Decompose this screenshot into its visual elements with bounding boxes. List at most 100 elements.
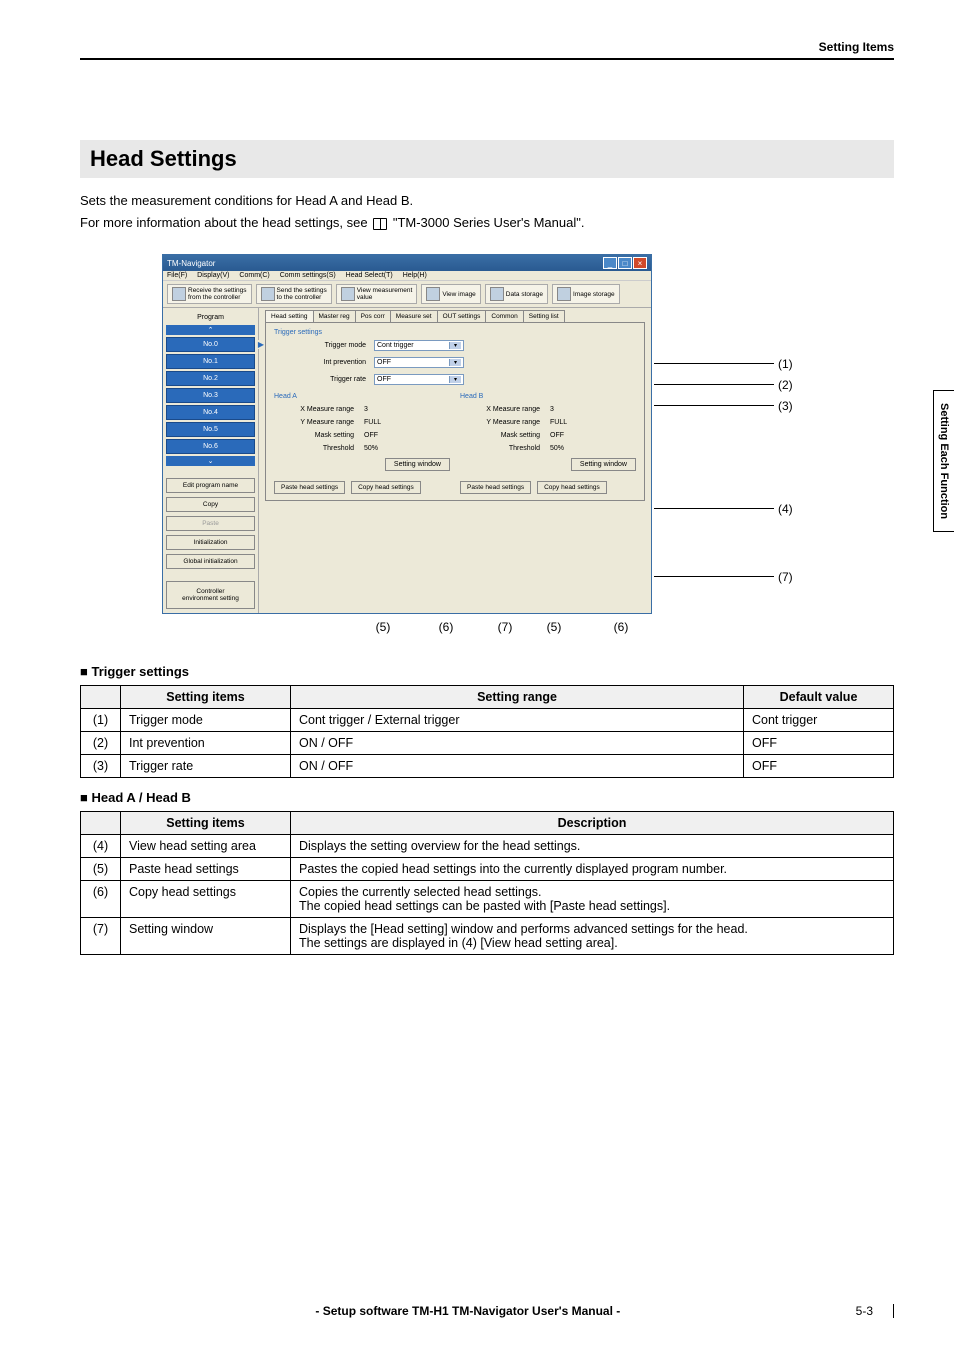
receive-icon bbox=[172, 287, 186, 301]
copy-program-button[interactable]: Copy bbox=[166, 497, 255, 512]
program-item-3[interactable]: No.3 bbox=[166, 388, 255, 403]
send-icon bbox=[261, 287, 275, 301]
footer-tick bbox=[893, 1304, 894, 1318]
head-b-copy-button[interactable]: Copy head settings bbox=[537, 481, 607, 494]
chevron-down-icon: ▾ bbox=[449, 376, 461, 383]
head-a-paste-button[interactable]: Paste head settings bbox=[274, 481, 345, 494]
row-item: Trigger rate bbox=[121, 755, 291, 778]
row-default: OFF bbox=[744, 732, 894, 755]
ha-thresh-value: 50% bbox=[364, 445, 414, 452]
image-storage-button[interactable]: Image storage bbox=[552, 284, 620, 304]
trigger-col-range: Setting range bbox=[291, 686, 744, 709]
row-default: Cont trigger bbox=[744, 709, 894, 732]
initialization-button[interactable]: Initialization bbox=[166, 535, 255, 550]
callout-5b: (5) bbox=[526, 620, 582, 634]
head-a-area: Head A X Measure range3 Y Measure rangeF… bbox=[274, 393, 450, 494]
program-item-6[interactable]: No.6 bbox=[166, 439, 255, 454]
screenshot-wrap: TM-Navigator _ □ × File(F) Display(V) Co… bbox=[162, 254, 812, 634]
row-idx: (7) bbox=[81, 918, 121, 955]
app-title: TM-Navigator bbox=[167, 259, 215, 268]
row-idx: (6) bbox=[81, 881, 121, 918]
row-range: Cont trigger / External trigger bbox=[291, 709, 744, 732]
trigger-table: Setting items Setting range Default valu… bbox=[80, 685, 894, 778]
callout-2: (2) bbox=[778, 378, 793, 392]
measurement-icon bbox=[341, 287, 355, 301]
table-row: (4) View head setting area Displays the … bbox=[81, 835, 894, 858]
titlebar: TM-Navigator _ □ × bbox=[163, 255, 651, 271]
row-default: OFF bbox=[744, 755, 894, 778]
row-desc: Displays the [Head setting] window and p… bbox=[291, 918, 894, 955]
menu-file[interactable]: File(F) bbox=[167, 272, 187, 279]
footer-title: - Setup software TM-H1 TM-Navigator User… bbox=[80, 1304, 856, 1318]
int-prevention-select[interactable]: OFF▾ bbox=[374, 357, 464, 368]
row-idx: (5) bbox=[81, 858, 121, 881]
row-idx: (4) bbox=[81, 835, 121, 858]
table-row: (7) Setting window Displays the [Head se… bbox=[81, 918, 894, 955]
tab-master-reg[interactable]: Master reg bbox=[313, 310, 356, 322]
row-item: Paste head settings bbox=[121, 858, 291, 881]
row-item: Setting window bbox=[121, 918, 291, 955]
program-item-2[interactable]: No.2 bbox=[166, 371, 255, 386]
program-item-1[interactable]: No.1 bbox=[166, 354, 255, 369]
trigger-subhead: Trigger settings bbox=[80, 664, 894, 679]
callout-7a: (7) bbox=[484, 620, 526, 634]
callout-6a: (6) bbox=[408, 620, 484, 634]
scroll-down-icon[interactable]: ⌄ bbox=[166, 456, 255, 466]
trigger-rate-select[interactable]: OFF▾ bbox=[374, 374, 464, 385]
trigger-legend: Trigger settings bbox=[274, 329, 636, 336]
titlebar-buttons: _ □ × bbox=[603, 257, 647, 269]
view-image-button[interactable]: View image bbox=[421, 284, 480, 304]
ha-yrange-label: Y Measure range bbox=[274, 419, 364, 426]
program-item-0[interactable]: No.0 bbox=[166, 337, 255, 352]
menu-help[interactable]: Help(H) bbox=[403, 272, 427, 279]
scroll-up-icon[interactable]: ⌃ bbox=[166, 325, 255, 335]
hb-mask-label: Mask setting bbox=[460, 432, 550, 439]
menu-head-select[interactable]: Head Select(T) bbox=[346, 272, 393, 279]
menu-comm-settings[interactable]: Comm settings(S) bbox=[280, 272, 336, 279]
menu-display[interactable]: Display(V) bbox=[197, 272, 229, 279]
headab-col-items: Setting items bbox=[121, 812, 291, 835]
controller-env-button[interactable]: Controller environment setting bbox=[166, 581, 255, 609]
data-storage-button[interactable]: Data storage bbox=[485, 284, 548, 304]
hb-thresh-label: Threshold bbox=[460, 445, 550, 452]
ha-xrange-label: X Measure range bbox=[274, 406, 364, 413]
tab-common[interactable]: Common bbox=[485, 310, 523, 322]
row-desc: Pastes the copied head settings into the… bbox=[291, 858, 894, 881]
maximize-button[interactable]: □ bbox=[618, 257, 632, 269]
tab-setting-list[interactable]: Setting list bbox=[523, 310, 565, 322]
headab-subhead: Head A / Head B bbox=[80, 790, 894, 805]
table-row: (2) Int prevention ON / OFF OFF bbox=[81, 732, 894, 755]
side-tab: Setting Each Function bbox=[933, 390, 954, 532]
send-settings-button[interactable]: Send the settings to the controller bbox=[256, 284, 332, 304]
menubar[interactable]: File(F) Display(V) Comm(C) Comm settings… bbox=[163, 271, 651, 281]
tab-head-setting[interactable]: Head setting bbox=[265, 310, 314, 322]
minimize-button[interactable]: _ bbox=[603, 257, 617, 269]
tab-pos-corr[interactable]: Pos corr bbox=[355, 310, 391, 322]
close-button[interactable]: × bbox=[633, 257, 647, 269]
program-item-5[interactable]: No.5 bbox=[166, 422, 255, 437]
head-b-paste-button[interactable]: Paste head settings bbox=[460, 481, 531, 494]
program-item-4[interactable]: No.4 bbox=[166, 405, 255, 420]
global-initialization-button[interactable]: Global initialization bbox=[166, 554, 255, 569]
receive-settings-button[interactable]: Receive the settings from the controller bbox=[167, 284, 252, 304]
tabs: Head setting Master reg Pos corr Measure… bbox=[265, 310, 645, 322]
head-a-copy-button[interactable]: Copy head settings bbox=[351, 481, 421, 494]
tab-out-settings[interactable]: OUT settings bbox=[437, 310, 487, 322]
section-title: Head Settings bbox=[80, 140, 894, 178]
paste-program-button[interactable]: Paste bbox=[166, 516, 255, 531]
trigger-mode-select[interactable]: Cont trigger▾ bbox=[374, 340, 464, 351]
hb-thresh-value: 50% bbox=[550, 445, 600, 452]
menu-comm[interactable]: Comm(C) bbox=[239, 272, 269, 279]
head-a-setting-window-button[interactable]: Setting window bbox=[385, 458, 450, 471]
book-icon bbox=[373, 218, 387, 230]
edit-program-name-button[interactable]: Edit program name bbox=[166, 478, 255, 493]
table-row: (1) Trigger mode Cont trigger / External… bbox=[81, 709, 894, 732]
view-measurement-button[interactable]: View measurement value bbox=[336, 284, 418, 304]
row-item: View head setting area bbox=[121, 835, 291, 858]
bottom-callouts: (5) (6) (7) (5) (6) bbox=[162, 620, 812, 634]
main-panel: Head setting Master reg Pos corr Measure… bbox=[259, 308, 651, 613]
trigger-col-items: Setting items bbox=[121, 686, 291, 709]
hb-yrange-label: Y Measure range bbox=[460, 419, 550, 426]
tab-measure-set[interactable]: Measure set bbox=[390, 310, 438, 322]
head-b-setting-window-button[interactable]: Setting window bbox=[571, 458, 636, 471]
